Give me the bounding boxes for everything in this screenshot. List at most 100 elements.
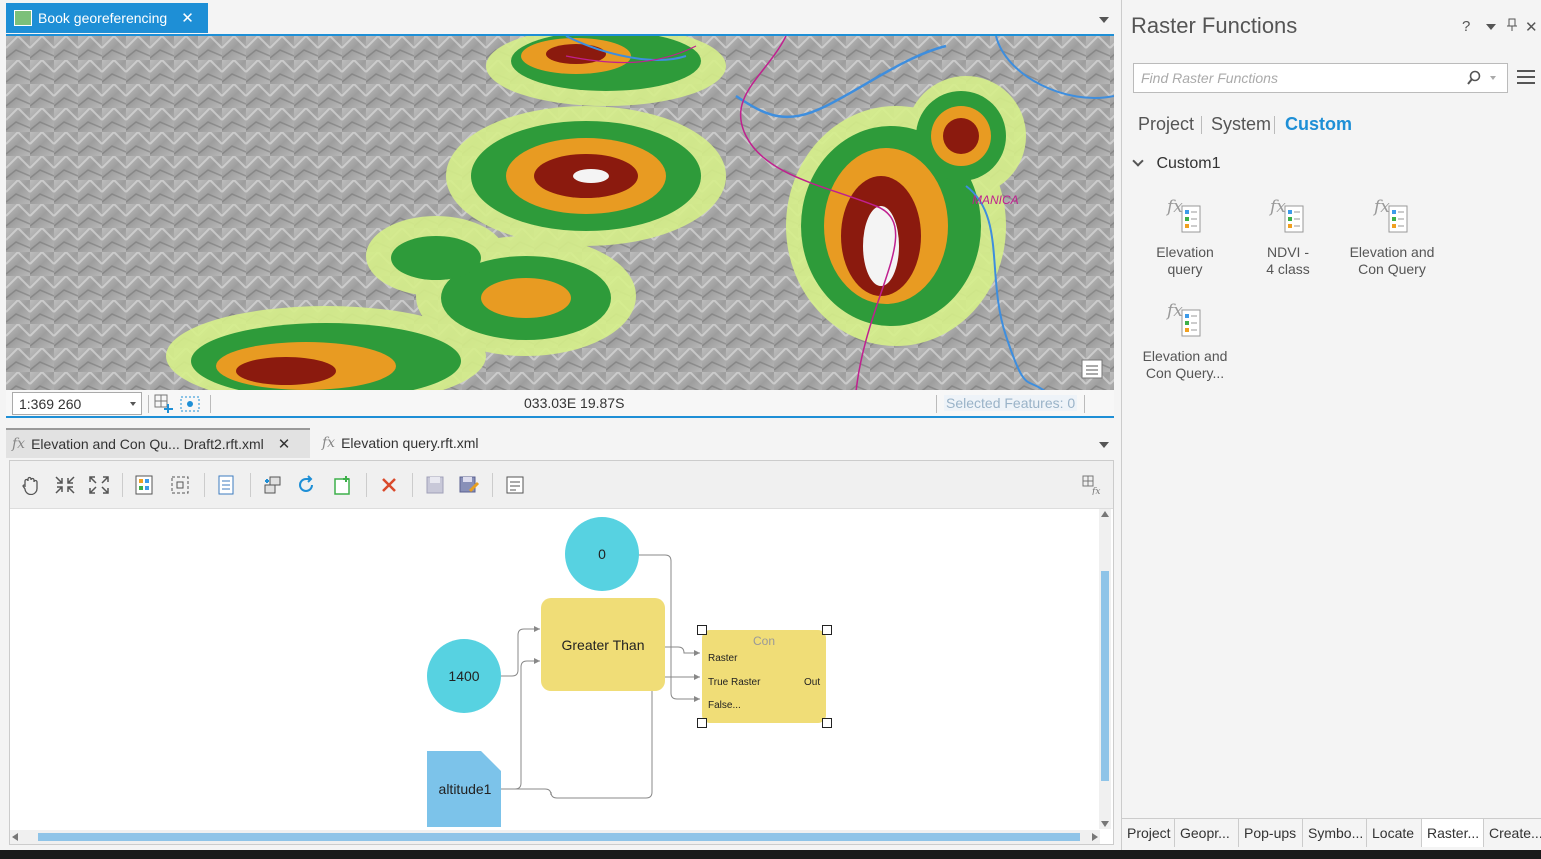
function-label-line1: Elevation and (1142, 348, 1228, 364)
properties-icon[interactable] (216, 475, 238, 495)
vertical-scrollbar[interactable] (1099, 509, 1111, 829)
tab-menu-chevron-icon[interactable] (1099, 442, 1109, 448)
function-label-line1: Elevation (1156, 244, 1214, 260)
bottom-tab-project[interactable]: Project (1122, 819, 1175, 847)
divider (1201, 116, 1202, 134)
scroll-right-icon[interactable] (1092, 833, 1098, 841)
function-template-icon: fx (1165, 298, 1205, 342)
function-editor-tabstrip: fx Elevation and Con Qu... Draft2.rft.xm… (6, 428, 1114, 458)
con-node[interactable]: Con Raster True Raster False... Out (702, 630, 826, 723)
pin-icon[interactable] (1506, 18, 1518, 32)
map-coordinates: 033.03E 19.87S (524, 395, 625, 411)
save-as-icon[interactable] (458, 475, 480, 495)
search-input[interactable]: Find Raster Functions (1133, 63, 1508, 93)
map-tab[interactable]: Book georeferencing ✕ (6, 3, 208, 33)
delete-icon[interactable] (378, 475, 400, 495)
divider (122, 473, 123, 497)
pane-options-chevron-icon[interactable] (1486, 24, 1496, 30)
model-canvas[interactable]: 0 1400 Greater Than altitude1 Con Raster… (10, 509, 1100, 831)
function-elevation-query[interactable]: fx Elevation query (1130, 194, 1240, 278)
close-icon[interactable]: ✕ (181, 9, 194, 27)
bottom-tab-create-features[interactable]: Create... (1484, 819, 1541, 847)
constant-zero-node[interactable]: 0 (565, 517, 639, 591)
function-label-line2: Con Query... (1145, 365, 1225, 381)
function-editor-toolbar: fx (10, 461, 1113, 509)
menu-icon[interactable] (1517, 70, 1535, 84)
divider (366, 473, 367, 497)
selection-handle[interactable] (697, 718, 707, 728)
selected-features-count[interactable]: Selected Features: 0 (944, 395, 1078, 411)
pan-hand-icon[interactable] (20, 475, 42, 495)
scroll-down-icon[interactable] (1101, 821, 1109, 827)
group-custom1[interactable]: Custom1 (1132, 155, 1220, 173)
tab-elevation-query[interactable]: fx Elevation query.rft.xml (316, 428, 485, 458)
function-elevation-con-query-draft[interactable]: fx Elevation and Con Query... (1130, 298, 1240, 382)
divider (412, 473, 413, 497)
bottom-tab-locate[interactable]: Locate (1367, 819, 1422, 847)
tab-elevation-con-draft[interactable]: fx Elevation and Con Qu... Draft2.rft.xm… (6, 428, 310, 458)
bottom-tab-geoprocessing[interactable]: Geopr... (1175, 819, 1239, 847)
function-template-icon: fx (1268, 194, 1308, 238)
bottom-tab-raster-functions[interactable]: Raster... (1422, 819, 1484, 847)
select-all-icon[interactable] (170, 475, 192, 495)
close-icon[interactable]: ✕ (278, 435, 291, 453)
search-options-chevron-icon[interactable] (1490, 76, 1496, 80)
con-raster-port[interactable]: Raster (708, 653, 737, 664)
save-icon[interactable] (424, 475, 446, 495)
raster-functions-pane: Raster Functions ? ✕ Find Raster Functio… (1121, 0, 1541, 850)
scroll-left-icon[interactable] (12, 833, 18, 841)
horizontal-scrollbar[interactable] (10, 830, 1100, 844)
tab-system[interactable]: System (1211, 114, 1271, 135)
selection-handle[interactable] (822, 625, 832, 635)
function-template-icon: fx (1165, 194, 1205, 238)
divider (1084, 395, 1085, 413)
map-legend-icon[interactable] (1081, 359, 1103, 379)
tab-project[interactable]: Project (1138, 114, 1194, 135)
scroll-thumb[interactable] (38, 833, 1080, 841)
function-label-line2: Con Query (1358, 261, 1426, 277)
constant-1400-node[interactable]: 1400 (427, 639, 501, 713)
divider (250, 473, 251, 497)
full-extent-icon[interactable] (88, 475, 110, 495)
scroll-thumb[interactable] (1101, 571, 1109, 781)
search-icon[interactable] (1466, 70, 1482, 86)
tab-label: Elevation and Con Qu... Draft2.rft.xml (31, 436, 264, 452)
fx-icon: fx (322, 435, 336, 451)
auto-layout-icon[interactable] (134, 475, 156, 495)
divider (1274, 116, 1275, 134)
template-properties-icon[interactable] (504, 475, 526, 495)
grid-add-icon[interactable] (154, 394, 174, 414)
refresh-icon[interactable] (296, 475, 318, 495)
svg-text:fx: fx (1372, 197, 1390, 217)
new-variable-icon[interactable] (332, 475, 354, 495)
con-false-port[interactable]: False... (708, 700, 741, 711)
raster-function-template-icon[interactable]: fx (1082, 475, 1104, 495)
con-true-raster-port[interactable]: True Raster (708, 677, 760, 688)
altitude-raster-node[interactable]: altitude1 (427, 771, 503, 807)
selection-handle[interactable] (697, 625, 707, 635)
selection-handle[interactable] (822, 718, 832, 728)
chevron-down-icon (1132, 155, 1144, 167)
add-function-icon[interactable] (262, 475, 284, 495)
tab-custom[interactable]: Custom (1285, 114, 1352, 135)
function-elevation-con-query[interactable]: fx Elevation and Con Query (1337, 194, 1447, 278)
svg-text:fx: fx (1165, 197, 1183, 217)
snapping-icon[interactable] (180, 394, 202, 414)
divider (210, 395, 211, 413)
scroll-up-icon[interactable] (1101, 511, 1109, 517)
chevron-down-icon (130, 402, 136, 406)
bottom-tab-symbology[interactable]: Symbo... (1303, 819, 1367, 847)
divider (492, 473, 493, 497)
tab-menu-chevron-icon[interactable] (1099, 17, 1109, 23)
fit-to-window-icon[interactable] (54, 475, 76, 495)
tab-label: Elevation query.rft.xml (341, 435, 479, 451)
map-view[interactable]: MANICA (6, 34, 1114, 390)
function-ndvi-4class[interactable]: fx NDVI - 4 class (1233, 194, 1343, 278)
help-icon[interactable]: ? (1462, 18, 1470, 35)
greater-than-node[interactable]: Greater Than (541, 598, 665, 691)
con-out-port[interactable]: Out (804, 677, 820, 688)
scale-selector[interactable]: 1:369 260 (12, 392, 142, 415)
close-icon[interactable]: ✕ (1525, 18, 1538, 36)
bottom-tab-popups[interactable]: Pop-ups (1239, 819, 1303, 847)
function-label-line1: NDVI - (1267, 244, 1309, 260)
